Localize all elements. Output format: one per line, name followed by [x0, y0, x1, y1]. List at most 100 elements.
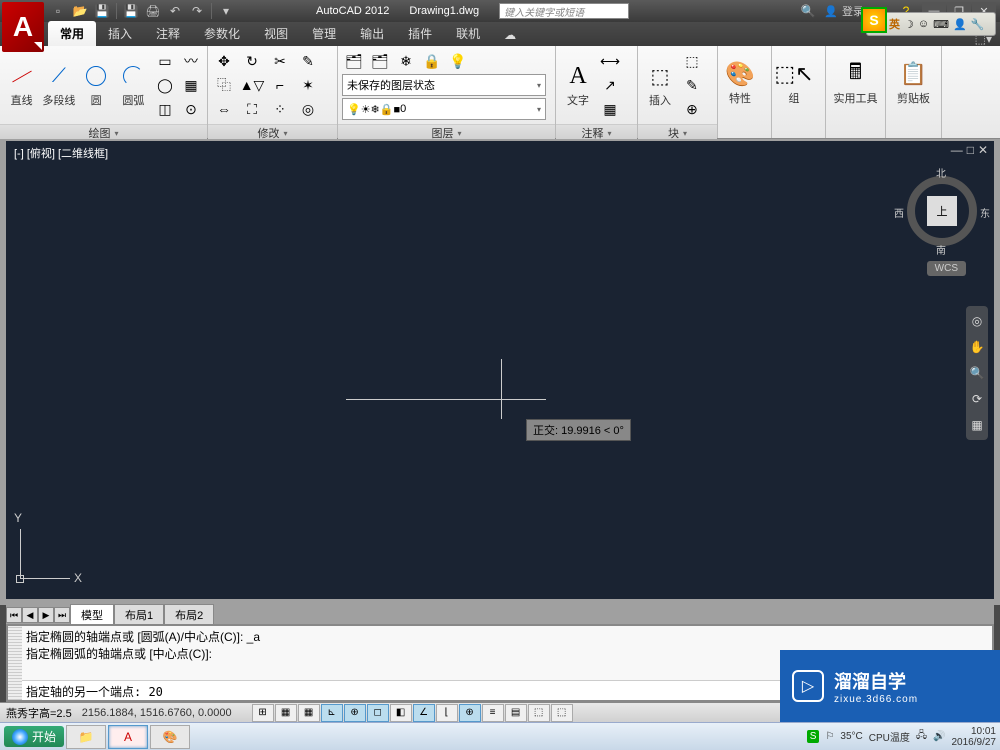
- tray-flag-icon[interactable]: ⚐: [825, 731, 834, 742]
- tab-output[interactable]: 输出: [348, 21, 396, 46]
- point-icon[interactable]: ⊙: [179, 98, 203, 120]
- qat-redo-icon[interactable]: ↷: [187, 2, 207, 20]
- layer-freeze-icon[interactable]: ❄: [394, 50, 418, 72]
- explode-icon[interactable]: ✶: [296, 74, 320, 96]
- infocenter-search[interactable]: 键入关键字或短语: [499, 3, 629, 19]
- properties-button[interactable]: 🎨特性: [722, 50, 758, 116]
- tab-online[interactable]: 联机: [444, 21, 492, 46]
- toggle-ducs[interactable]: ⌊: [436, 704, 458, 722]
- app-menu-button[interactable]: A: [2, 2, 44, 52]
- erase-icon[interactable]: ✎: [296, 50, 320, 72]
- group-button[interactable]: ⬚↖组: [776, 50, 812, 116]
- region-icon[interactable]: ◫: [153, 98, 177, 120]
- viewcube-top[interactable]: 上: [927, 196, 957, 226]
- trim-icon[interactable]: ✂: [268, 50, 292, 72]
- qat-open-icon[interactable]: 📂: [70, 2, 90, 20]
- circle-button[interactable]: 圆: [79, 50, 114, 120]
- table-icon[interactable]: ▦: [598, 98, 622, 120]
- tab-nav-next-icon[interactable]: ▶: [38, 607, 54, 623]
- toggle-snap[interactable]: ▦: [275, 704, 297, 722]
- ime-moon-icon[interactable]: ☽: [904, 18, 914, 31]
- task-autocad[interactable]: A: [108, 725, 148, 749]
- layer-props-icon[interactable]: 🗂: [342, 50, 366, 72]
- start-button[interactable]: 开始: [4, 726, 64, 747]
- text-button[interactable]: A文字: [560, 50, 596, 120]
- ime-keyboard-icon[interactable]: ⌨: [933, 18, 949, 31]
- toggle-dyn[interactable]: ⊕: [459, 704, 481, 722]
- tab-home[interactable]: 常用: [48, 21, 96, 46]
- toggle-ortho[interactable]: ⊾: [321, 704, 343, 722]
- ime-lang[interactable]: 英: [889, 16, 900, 32]
- clipboard-button[interactable]: 📋剪贴板: [890, 50, 937, 116]
- tray-sogou-icon[interactable]: S: [807, 730, 820, 743]
- ime-smile-icon[interactable]: ☺: [918, 18, 929, 30]
- arc-button[interactable]: 圆弧: [116, 50, 151, 120]
- toggle-lwt[interactable]: ≡: [482, 704, 504, 722]
- toggle-tpy[interactable]: ▤: [505, 704, 527, 722]
- spline-icon[interactable]: 〰: [179, 50, 203, 72]
- viewport-minimize-icon[interactable]: —: [951, 143, 963, 157]
- tab-manage[interactable]: 管理: [300, 21, 348, 46]
- tab-nav-last-icon[interactable]: ⏭: [54, 607, 70, 623]
- tray-net-icon[interactable]: 🖧: [916, 728, 927, 745]
- qat-dropdown-icon[interactable]: ▾: [216, 2, 236, 20]
- fillet-icon[interactable]: ⌐: [268, 74, 292, 96]
- utilities-button[interactable]: 🖩实用工具: [830, 50, 881, 116]
- layer-iso-icon[interactable]: 🗂: [368, 50, 392, 72]
- insert-button[interactable]: ⬚插入: [642, 50, 678, 120]
- leader-icon[interactable]: ↗: [598, 74, 622, 96]
- toggle-sc[interactable]: ⬚: [551, 704, 573, 722]
- toggle-qp[interactable]: ⬚: [528, 704, 550, 722]
- line-button[interactable]: 直线: [4, 50, 39, 120]
- qat-undo-icon[interactable]: ↶: [165, 2, 185, 20]
- qat-save-icon[interactable]: 💾: [92, 2, 112, 20]
- wcs-label[interactable]: WCS: [927, 261, 966, 276]
- viewport-close-icon[interactable]: ✕: [978, 143, 988, 157]
- layer-state-combo[interactable]: 未保存的图层状态▾: [342, 74, 546, 96]
- tab-online-icon[interactable]: ☁: [492, 24, 528, 46]
- task-explorer[interactable]: 📁: [66, 725, 106, 749]
- qat-print-icon[interactable]: 🖨: [143, 2, 163, 20]
- mirror-icon[interactable]: ▲▽: [240, 74, 264, 96]
- viewport-label[interactable]: [-] [俯视] [二维线框]: [14, 145, 108, 161]
- offset-icon[interactable]: ◎: [296, 98, 320, 120]
- ime-user-icon[interactable]: 👤: [953, 18, 967, 31]
- tab-insert[interactable]: 插入: [96, 21, 144, 46]
- dim-linear-icon[interactable]: ⟷: [598, 50, 622, 72]
- create-block-icon[interactable]: ⬚: [680, 50, 704, 72]
- tray-clock[interactable]: 10:01 2016/9/27: [952, 726, 997, 748]
- edit-block-icon[interactable]: ✎: [680, 74, 704, 96]
- tab-nav-first-icon[interactable]: ⏮: [6, 607, 22, 623]
- tab-parametric[interactable]: 参数化: [192, 21, 252, 46]
- array-icon[interactable]: ⁘: [268, 98, 292, 120]
- tab-model[interactable]: 模型: [70, 604, 114, 626]
- command-drag-handle[interactable]: [8, 626, 22, 700]
- toggle-polar[interactable]: ⊕: [344, 704, 366, 722]
- toggle-otrack[interactable]: ∠: [413, 704, 435, 722]
- rotate-icon[interactable]: ↻: [240, 50, 264, 72]
- scale-icon[interactable]: ⛶: [240, 98, 264, 120]
- move-icon[interactable]: ✥: [212, 50, 236, 72]
- copy-icon[interactable]: ⿻: [212, 74, 236, 96]
- tab-plugins[interactable]: 插件: [396, 21, 444, 46]
- qat-new-icon[interactable]: ▫: [48, 2, 68, 20]
- tab-nav-prev-icon[interactable]: ◀: [22, 607, 38, 623]
- attr-block-icon[interactable]: ⊕: [680, 98, 704, 120]
- nav-pan-icon[interactable]: ✋: [966, 336, 988, 358]
- toggle-infer[interactable]: ⊞: [252, 704, 274, 722]
- polyline-button[interactable]: ⟋多段线: [41, 50, 76, 120]
- tab-annotate[interactable]: 注释: [144, 21, 192, 46]
- nav-wheel-icon[interactable]: ◎: [966, 310, 988, 332]
- task-paint[interactable]: 🎨: [150, 725, 190, 749]
- viewcube[interactable]: 上 北 南 东 西: [902, 171, 982, 251]
- viewport-maximize-icon[interactable]: □: [967, 143, 974, 157]
- ellipse-icon[interactable]: ◯: [153, 74, 177, 96]
- tab-layout2[interactable]: 布局2: [164, 604, 214, 626]
- rectangle-icon[interactable]: ▭: [153, 50, 177, 72]
- toggle-3dosnap[interactable]: ◧: [390, 704, 412, 722]
- ime-settings-icon[interactable]: 🔧: [971, 18, 985, 31]
- nav-zoom-icon[interactable]: 🔍: [966, 362, 988, 384]
- tab-layout1[interactable]: 布局1: [114, 604, 164, 626]
- login-button[interactable]: 👤 登录: [824, 3, 864, 19]
- hatch-icon[interactable]: ▦: [179, 74, 203, 96]
